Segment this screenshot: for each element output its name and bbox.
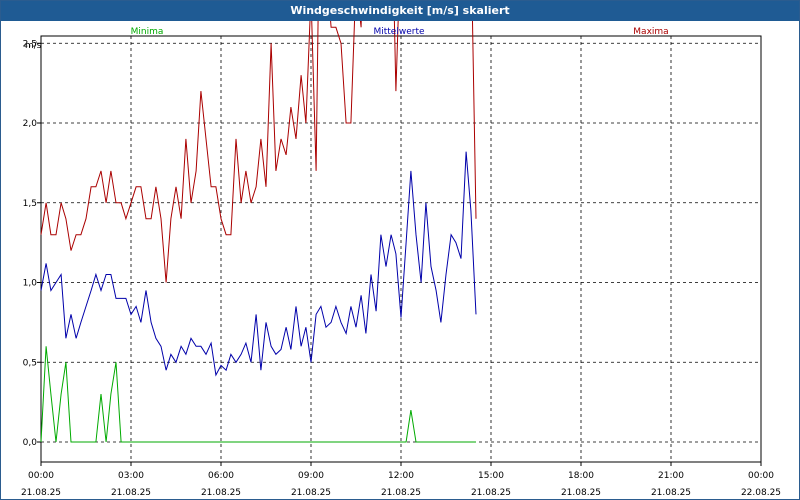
x-tick-label-time: 06:00 <box>208 471 234 481</box>
window-title: Windgeschwindigkeit [m/s] skaliert <box>1 1 799 21</box>
y-axis-tick-labels: 0,00,51,01,52,02,53,03,54,04,5 <box>23 39 38 448</box>
legend-mittelwerte: Mittelwerte <box>373 27 424 37</box>
x-tick-label-date: 21.08.25 <box>651 488 691 498</box>
x-tick-label-time: 18:00 <box>568 471 594 481</box>
series-lines <box>40 21 477 443</box>
y-tick-label: 1,5 <box>23 199 37 209</box>
x-tick-label-time: 09:00 <box>298 471 324 481</box>
axes <box>37 35 762 466</box>
minima-line <box>40 346 476 443</box>
y-tick-label: 0,5 <box>23 358 37 368</box>
x-tick-label-time: 15:00 <box>478 471 504 481</box>
mittelwerte-line <box>40 151 477 377</box>
y-tick-label: 0,0 <box>23 438 38 448</box>
legend-maxima: Maxima <box>633 27 668 37</box>
grid <box>41 36 761 462</box>
x-tick-label-date: 21.08.25 <box>201 488 241 498</box>
x-tick-label-time: 12:00 <box>388 471 414 481</box>
x-tick-label-time: 03:00 <box>118 471 144 481</box>
maxima-line <box>40 21 477 283</box>
x-tick-label-date: 21.08.25 <box>381 488 421 498</box>
y-tick-label: 2,0 <box>23 119 38 129</box>
legend-minima: Minima <box>131 27 164 37</box>
y-axis-label: m/s <box>25 41 42 51</box>
x-axis-tick-labels: 00:00 21.08.25 03:00 21.08.25 06:00 21.08.25 0… <box>21 471 781 498</box>
x-tick-label-date: 22.08.25 <box>741 488 781 498</box>
x-tick-label-date: 21.08.25 <box>291 488 331 498</box>
x-tick-label-date: 21.08.25 <box>21 488 61 498</box>
x-tick-label-time: 00:00 <box>748 471 774 481</box>
x-tick-label-time: 21:00 <box>658 471 684 481</box>
chart-window: Windgeschwindigkeit [m/s] skaliert 0,0 0,… <box>0 0 800 500</box>
x-tick-label-date: 21.08.25 <box>471 488 511 498</box>
x-tick-label-time: 00:00 <box>28 471 54 481</box>
wind-speed-chart: 0,00,51,01,52,02,53,03,54,04,5 00:0021.0… <box>21 21 781 498</box>
x-tick-label-date: 21.08.25 <box>111 488 151 498</box>
y-tick-label: 1,0 <box>23 279 38 289</box>
x-tick-label-date: 21.08.25 <box>561 488 601 498</box>
